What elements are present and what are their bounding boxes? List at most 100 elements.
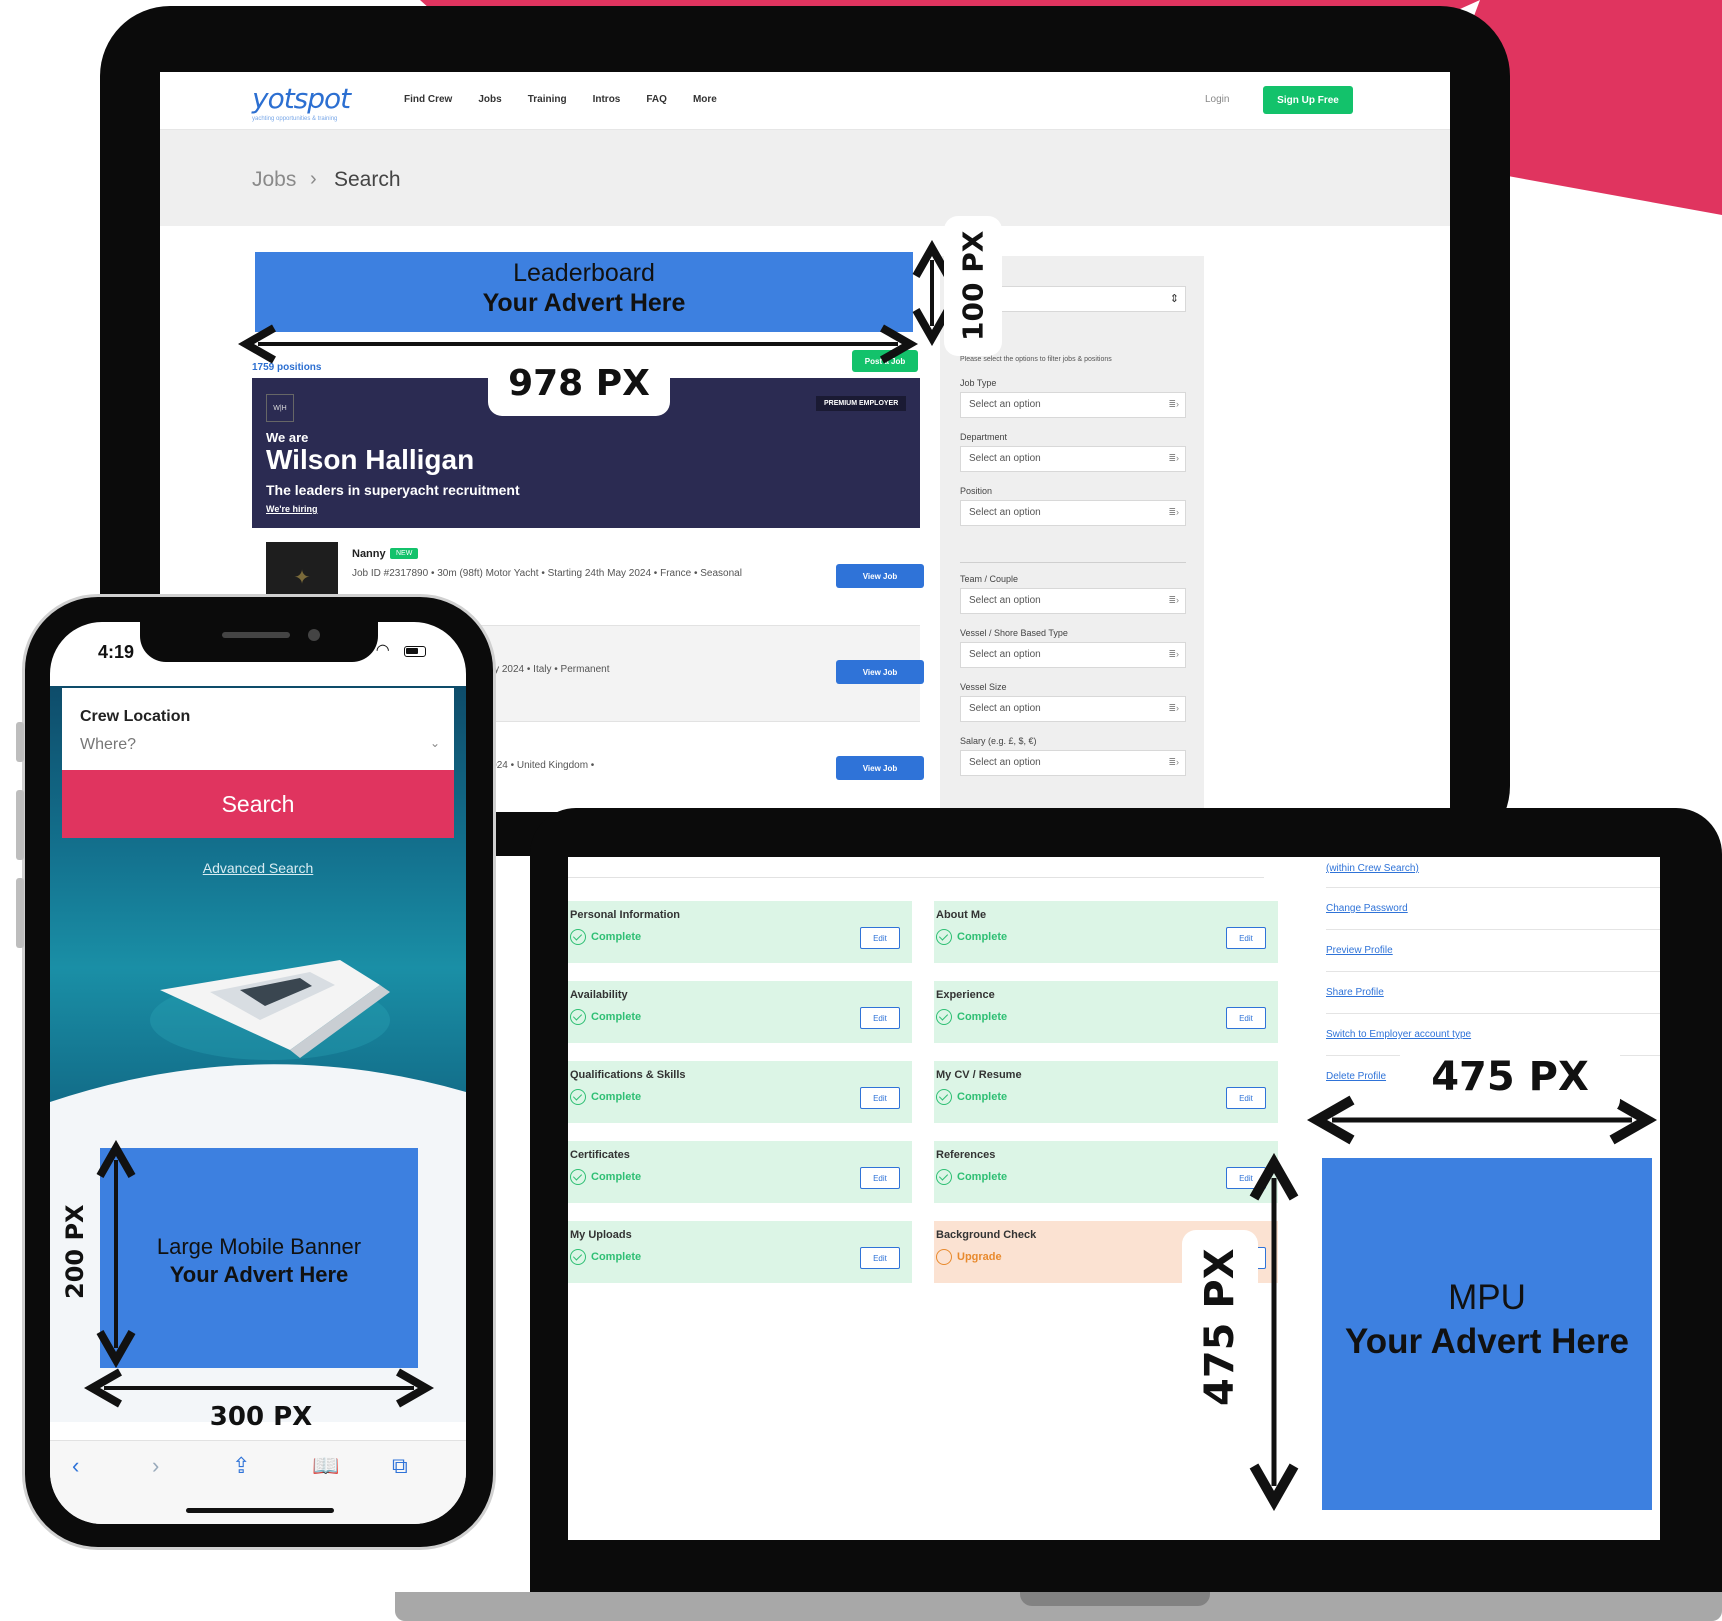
filter-select[interactable]: Select an option ≣› bbox=[960, 392, 1186, 418]
edit-button[interactable]: Edit bbox=[860, 1247, 900, 1269]
list-icon: ≣› bbox=[1168, 595, 1179, 605]
status-text: Complete bbox=[957, 1171, 1008, 1183]
job-title[interactable]: Nanny bbox=[352, 548, 386, 560]
search-button[interactable]: Search bbox=[62, 770, 454, 838]
filter-vessel-type: Vessel / Shore Based Type Select an opti… bbox=[960, 628, 1186, 668]
positions-count: 1759 positions bbox=[252, 362, 322, 373]
check-circle-icon bbox=[936, 929, 952, 945]
filter-select[interactable]: Select an option ≣› bbox=[960, 750, 1186, 776]
filter-select[interactable]: Select an option ≣› bbox=[960, 500, 1186, 526]
status-text: Complete bbox=[957, 931, 1008, 943]
phone-side-button bbox=[16, 722, 24, 762]
mpu-title: MPU bbox=[1448, 1278, 1526, 1317]
tabs-icon[interactable]: ⧉ bbox=[392, 1453, 408, 1479]
nav-intros[interactable]: Intros bbox=[593, 94, 621, 105]
leaderboard-ad[interactable]: Leaderboard Your Advert Here bbox=[255, 252, 913, 332]
leaderboard-width-label: 978 PX bbox=[488, 350, 670, 416]
list-icon: ≣› bbox=[1168, 453, 1179, 463]
phone-speaker bbox=[222, 632, 290, 638]
post-job-button[interactable]: Post a Job bbox=[852, 350, 918, 372]
premium-badge: PREMIUM EMPLOYER bbox=[816, 396, 907, 411]
profile-card-experience: Experience Complete Edit bbox=[934, 981, 1278, 1043]
chevron-right-icon: › bbox=[310, 168, 317, 190]
phone-screen: 4:19 ▪▪ ◠ Crew Location Where? ⌄ Search … bbox=[50, 622, 466, 1524]
leaderboard-subtitle: Your Advert Here bbox=[482, 289, 686, 317]
card-title: Certificates bbox=[570, 1149, 630, 1161]
sidebar-link-change-password[interactable]: Change Password bbox=[1326, 903, 1408, 914]
mobile-banner-title: Large Mobile Banner bbox=[156, 1234, 362, 1259]
filter-label: Vessel / Shore Based Type bbox=[960, 628, 1068, 638]
filter-vessel-size: Vessel Size Select an option ≣› bbox=[960, 682, 1186, 722]
login-link[interactable]: Login bbox=[1205, 94, 1229, 105]
edit-button[interactable]: Edit bbox=[860, 1167, 900, 1189]
breadcrumb: Jobs › Search bbox=[160, 130, 1450, 226]
view-job-button[interactable]: View Job bbox=[836, 660, 924, 684]
signup-button[interactable]: Sign Up Free bbox=[1263, 86, 1353, 114]
filter-label: Position bbox=[960, 486, 993, 496]
breadcrumb-jobs[interactable]: Jobs bbox=[252, 168, 296, 192]
mpu-ad[interactable]: MPU Your Advert Here bbox=[1322, 1158, 1652, 1510]
list-icon: ≣› bbox=[1168, 507, 1179, 517]
share-icon[interactable]: ⇪ bbox=[232, 1453, 250, 1479]
advanced-search-link[interactable]: Advanced Search bbox=[50, 860, 466, 876]
filter-select[interactable]: Select an option ≣› bbox=[960, 642, 1186, 668]
nav-training[interactable]: Training bbox=[528, 94, 567, 105]
edit-button[interactable]: Edit bbox=[860, 1087, 900, 1109]
divider bbox=[1326, 971, 1660, 972]
sidebar-link-preview-profile[interactable]: Preview Profile bbox=[1326, 945, 1393, 956]
filter-select[interactable]: Select an option ≣› bbox=[960, 588, 1186, 614]
location-field[interactable]: Crew Location Where? ⌄ bbox=[62, 688, 454, 770]
filter-select[interactable]: Select an option ≣› bbox=[960, 446, 1186, 472]
edit-button[interactable]: Edit bbox=[1226, 1007, 1266, 1029]
status-text: Complete bbox=[591, 1011, 642, 1023]
laptop-notch bbox=[1020, 1592, 1210, 1606]
mpu-subtitle: Your Advert Here bbox=[1345, 1322, 1629, 1361]
divider bbox=[1326, 1013, 1660, 1014]
edit-button[interactable]: Edit bbox=[1226, 927, 1266, 949]
card-status: Complete bbox=[936, 1089, 1007, 1105]
forward-icon[interactable]: › bbox=[152, 1453, 159, 1479]
sidebar-link-switch-account[interactable]: Switch to Employer account type bbox=[1326, 1029, 1471, 1040]
premium-hiring-link[interactable]: We're hiring bbox=[266, 504, 317, 514]
back-icon[interactable]: ‹ bbox=[72, 1453, 79, 1479]
card-title: Availability bbox=[570, 989, 628, 1001]
location-input[interactable]: Where? bbox=[80, 736, 136, 754]
edit-button[interactable]: Edit bbox=[1226, 1087, 1266, 1109]
card-status: Complete bbox=[936, 1169, 1007, 1185]
profile-card-uploads: My Uploads Complete Edit bbox=[568, 1221, 912, 1283]
edit-button[interactable]: Edit bbox=[860, 927, 900, 949]
profile-card-availability: Availability Complete Edit bbox=[568, 981, 912, 1043]
sidebar-link-share-profile[interactable]: Share Profile bbox=[1326, 987, 1384, 998]
view-job-button[interactable]: View Job bbox=[836, 756, 924, 780]
sidebar-link-crew-search[interactable]: (within Crew Search) bbox=[1326, 863, 1419, 874]
select-placeholder: Select an option bbox=[969, 757, 1041, 768]
filter-help-text: Please select the options to filter jobs… bbox=[960, 356, 1112, 363]
card-title: Qualifications & Skills bbox=[570, 1069, 686, 1081]
mobile-banner-ad[interactable]: Large Mobile Banner Your Advert Here bbox=[100, 1148, 418, 1368]
leaderboard-height-label: 100 PX bbox=[944, 216, 1002, 356]
bookmarks-icon[interactable]: 📖 bbox=[312, 1453, 339, 1479]
location-label: Crew Location bbox=[80, 708, 191, 725]
edit-button[interactable]: Edit bbox=[860, 1007, 900, 1029]
battery-icon bbox=[404, 646, 426, 657]
premium-employer-name: Wilson Halligan bbox=[266, 444, 475, 475]
job-meta: Job ID #2317890 • 30m (98ft) Motor Yacht… bbox=[352, 568, 742, 579]
check-circle-icon bbox=[570, 1169, 586, 1185]
sidebar-link-delete-profile[interactable]: Delete Profile bbox=[1326, 1071, 1386, 1082]
phone-notch bbox=[140, 620, 378, 662]
breadcrumb-search: Search bbox=[334, 168, 401, 191]
filter-select[interactable]: Select an option ≣› bbox=[960, 696, 1186, 722]
yotspot-logo[interactable]: yotspot bbox=[252, 82, 351, 115]
select-placeholder: Select an option bbox=[969, 399, 1041, 410]
list-icon: ≣› bbox=[1168, 757, 1179, 767]
nav-find-crew[interactable]: Find Crew bbox=[404, 94, 452, 105]
edit-button[interactable]: Edit bbox=[1226, 1167, 1266, 1189]
view-job-button[interactable]: View Job bbox=[836, 564, 924, 588]
logo-tagline: yachting opportunities & training bbox=[252, 116, 338, 122]
nav-more[interactable]: More bbox=[693, 94, 717, 105]
nav-jobs[interactable]: Jobs bbox=[478, 94, 501, 105]
chevron-down-icon: ⌄ bbox=[429, 736, 440, 750]
mpu-width-label: 475 PX bbox=[1400, 1040, 1620, 1114]
card-status: Complete bbox=[570, 1089, 641, 1105]
nav-faq[interactable]: FAQ bbox=[646, 94, 667, 105]
